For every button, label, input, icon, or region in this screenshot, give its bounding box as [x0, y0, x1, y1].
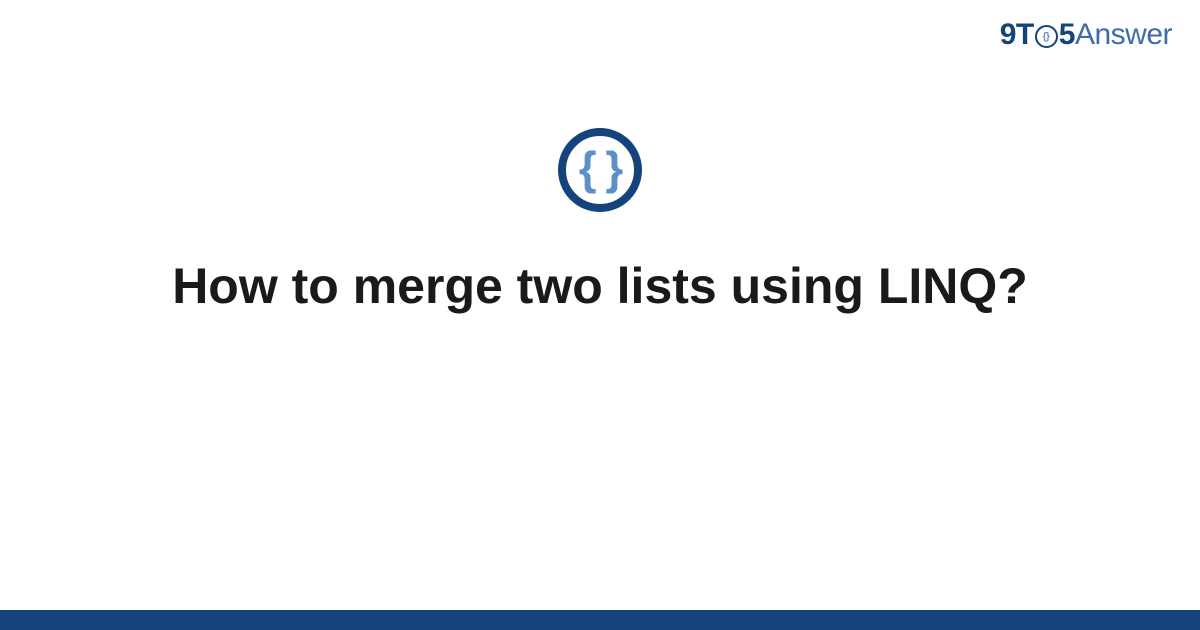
code-braces-icon: { } [579, 145, 622, 191]
main-content: { } How to merge two lists using LINQ? [0, 0, 1200, 630]
question-title: How to merge two lists using LINQ? [172, 254, 1028, 318]
logo-text-5: 5 [1059, 20, 1075, 50]
page-card: 9T {} 5 Answer { } How to merge two list… [0, 0, 1200, 630]
logo-text-answer: Answer [1075, 20, 1172, 50]
header: 9T {} 5 Answer [1000, 20, 1172, 50]
site-logo: 9T {} 5 Answer [1000, 20, 1172, 50]
svg-text:{}: {} [1043, 32, 1050, 43]
logo-text-9t: 9T [1000, 20, 1034, 50]
footer-accent-bar [0, 610, 1200, 630]
logo-braces-icon: {} [1035, 25, 1058, 48]
topic-icon-circle: { } [558, 128, 642, 212]
